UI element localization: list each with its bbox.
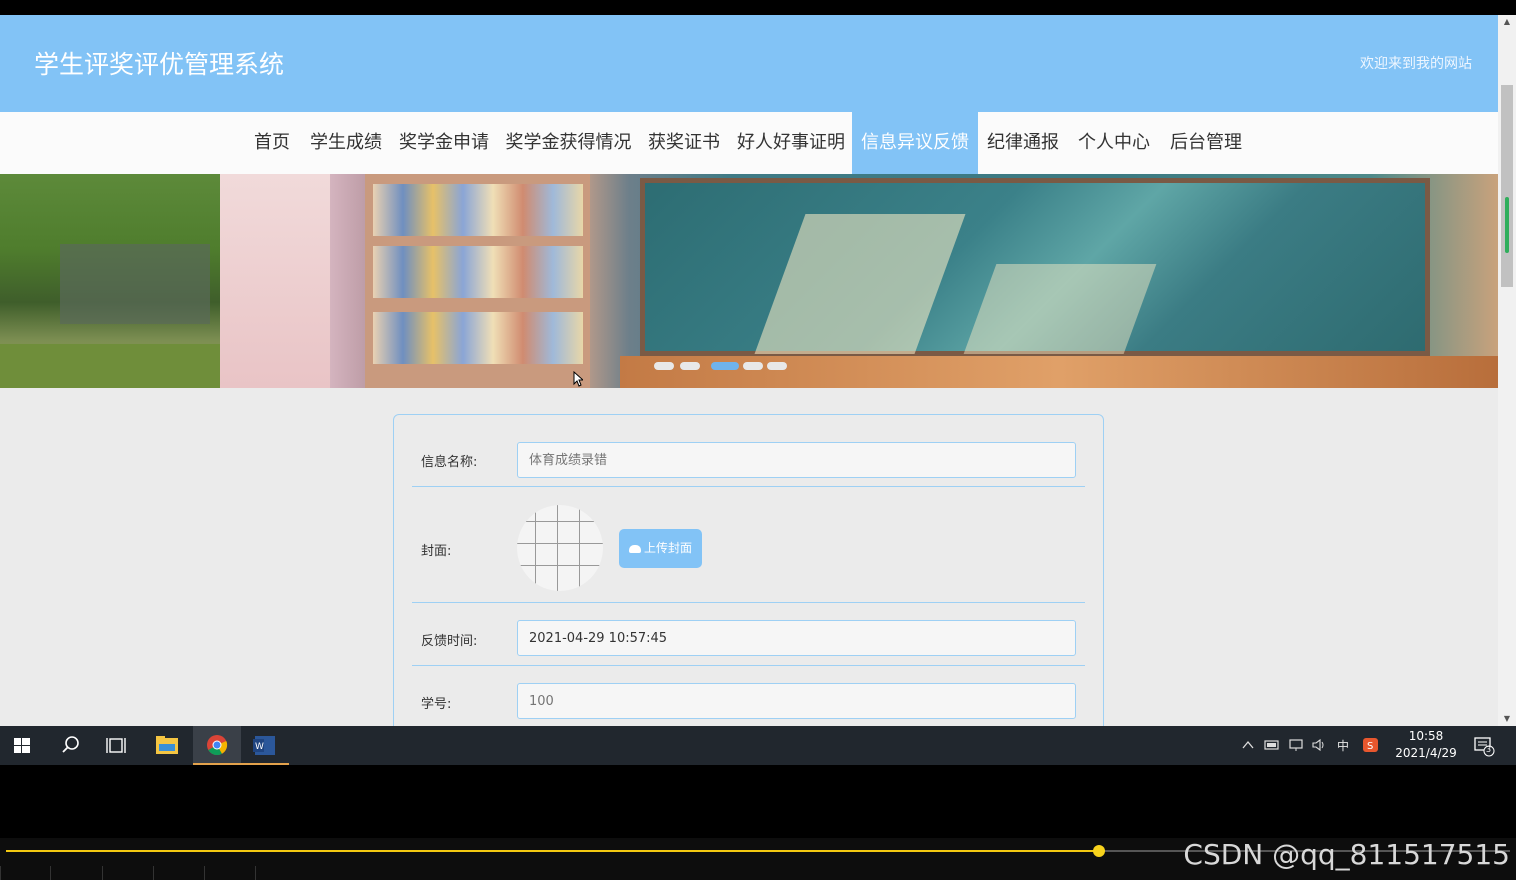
- name-input[interactable]: [517, 442, 1076, 478]
- chrome-button[interactable]: [193, 726, 241, 765]
- volume-meter: [1505, 197, 1509, 253]
- site-title[interactable]: 学生评奖评优管理系统: [34, 45, 284, 81]
- site-header: 学生评奖评优管理系统 欢迎来到我的网站: [0, 15, 1498, 112]
- screen: 学生评奖评优管理系统 欢迎来到我的网站 首页 学生成绩 奖学金申请 奖学金获得情…: [0, 0, 1516, 880]
- cover-label: 封面:: [421, 544, 452, 559]
- nav-item-scholarship-application[interactable]: 奖学金申请: [392, 112, 496, 174]
- name-label: 信息名称:: [421, 455, 478, 470]
- video-player-bar: CSDN @qq_811517515: [0, 838, 1516, 880]
- watermark: CSDN @qq_811517515: [1183, 838, 1510, 871]
- chevron-up-icon[interactable]: [1242, 739, 1254, 751]
- folder-icon: [156, 736, 178, 754]
- nav-item-admin[interactable]: 后台管理: [1163, 112, 1249, 174]
- upload-cover-button[interactable]: 上传封面: [619, 529, 702, 568]
- cloud-upload-icon: [628, 545, 641, 553]
- progress-knob[interactable]: [1093, 845, 1106, 857]
- sogou-input-icon[interactable]: S: [1362, 737, 1379, 753]
- nav-item-profile[interactable]: 个人中心: [1071, 112, 1157, 174]
- progress-fill: [6, 850, 1100, 852]
- feedback-time-input[interactable]: [517, 620, 1076, 656]
- banner-classroom-image: [220, 174, 1498, 388]
- nav-item-good-deeds[interactable]: 好人好事证明: [730, 112, 852, 174]
- clock-date[interactable]: 2021/4/29: [1394, 746, 1458, 760]
- carousel-dot[interactable]: [767, 362, 787, 370]
- vertical-scrollbar[interactable]: ▲ ▼: [1498, 15, 1516, 726]
- player-tab[interactable]: [204, 866, 254, 880]
- player-tab[interactable]: [0, 866, 50, 880]
- task-view-icon: [106, 738, 126, 753]
- clock-time[interactable]: 10:58: [1398, 729, 1454, 743]
- nav-item-feedback[interactable]: 信息异议反馈: [852, 112, 978, 174]
- carousel-dot-active[interactable]: [711, 362, 739, 370]
- upload-label: 上传封面: [643, 541, 692, 555]
- task-view-button[interactable]: [93, 726, 141, 765]
- nav-item-award-certificates[interactable]: 获奖证书: [641, 112, 727, 174]
- form-row-time: 反馈时间:: [412, 603, 1085, 666]
- battery-icon[interactable]: [1264, 738, 1280, 752]
- player-tab[interactable]: [102, 866, 152, 880]
- carousel-dot[interactable]: [743, 362, 763, 370]
- main-nav: 首页 学生成绩 奖学金申请 奖学金获得情况 获奖证书 好人好事证明 信息异议反馈…: [0, 112, 1498, 174]
- carousel-dot[interactable]: [654, 362, 674, 370]
- form-row-student-id: 学号:: [412, 666, 1085, 726]
- player-tab[interactable]: [153, 866, 203, 880]
- ime-indicator[interactable]: 中: [1337, 737, 1349, 754]
- mouse-cursor-icon: [573, 371, 583, 387]
- welcome-text: 欢迎来到我的网站: [1360, 56, 1472, 72]
- chrome-icon: [207, 735, 228, 756]
- browser-viewport: 学生评奖评优管理系统 欢迎来到我的网站 首页 学生成绩 奖学金申请 奖学金获得情…: [0, 15, 1498, 726]
- scrollbar-thumb[interactable]: [1501, 85, 1513, 287]
- file-explorer-button[interactable]: [143, 726, 191, 765]
- word-icon: W: [253, 736, 275, 755]
- nav-item-student-grades[interactable]: 学生成绩: [303, 112, 389, 174]
- search-icon: [62, 736, 79, 753]
- scroll-down-icon[interactable]: ▼: [1498, 712, 1516, 726]
- network-icon[interactable]: [1288, 738, 1304, 752]
- volume-icon[interactable]: [1311, 738, 1327, 752]
- banner-campus-image: [0, 174, 220, 388]
- form-row-name: 信息名称:: [412, 415, 1085, 487]
- windows-taskbar: W 中 S 10:58 2021/4/29 3: [0, 726, 1516, 765]
- nav-item-home[interactable]: 首页: [246, 112, 298, 174]
- notification-icon[interactable]: [1474, 737, 1496, 757]
- carousel-dot[interactable]: [680, 362, 700, 370]
- form-row-cover: 封面: 上传封面: [412, 487, 1085, 603]
- nav-item-scholarship-results[interactable]: 奖学金获得情况: [499, 112, 638, 174]
- student-id-label: 学号:: [421, 697, 452, 712]
- student-id-input[interactable]: [517, 683, 1076, 719]
- scroll-up-icon[interactable]: ▲: [1498, 15, 1516, 29]
- search-button[interactable]: [46, 726, 94, 765]
- svg-text:W: W: [255, 742, 264, 752]
- svg-text:S: S: [1367, 741, 1373, 752]
- player-tab[interactable]: [50, 866, 100, 880]
- banner-carousel[interactable]: [0, 174, 1498, 388]
- notification-count: 3: [1486, 745, 1492, 754]
- cover-image: [517, 505, 603, 591]
- start-button[interactable]: [0, 726, 48, 765]
- nav-item-discipline[interactable]: 纪律通报: [980, 112, 1066, 174]
- time-label: 反馈时间:: [421, 634, 478, 649]
- windows-logo-icon: [14, 738, 30, 753]
- feedback-form: 信息名称: 封面: 上传封面 反馈时间: 学号:: [393, 414, 1104, 726]
- player-tab[interactable]: [255, 866, 305, 880]
- word-button[interactable]: W: [241, 726, 289, 765]
